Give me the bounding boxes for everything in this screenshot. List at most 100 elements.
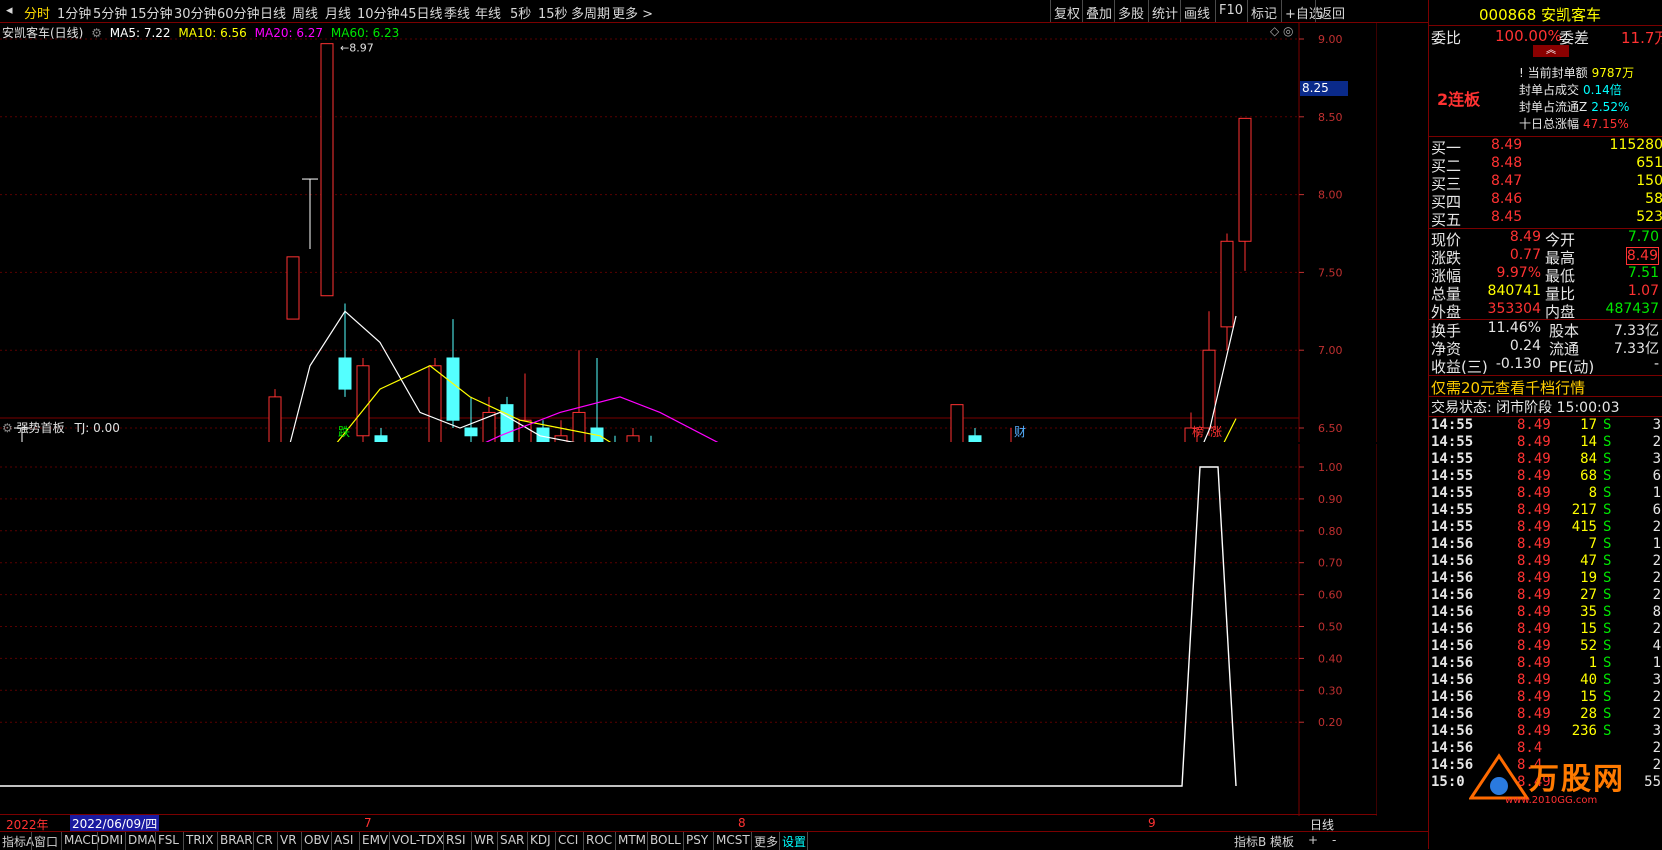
promo-link[interactable]: 仅需20元查看千档行情 <box>1431 377 1585 398</box>
stat2-value: -0.130 <box>1495 356 1541 372</box>
bottom-right-button-0[interactable]: 指标B <box>1234 833 1266 850</box>
toolbar-button-1[interactable]: 叠加 <box>1086 3 1112 22</box>
candle <box>950 404 964 442</box>
indicator-chart[interactable]: ⚙ 强势首板 TJ: 0.00 1.00 0.90 0.80 0.70 0.60 0.50… <box>0 421 1377 816</box>
tick-side: S <box>1603 570 1612 586</box>
tick-price: 8.49 <box>1517 519 1551 535</box>
period-tab-15[interactable]: 多周期 <box>571 3 610 22</box>
collapse-icon[interactable]: ︽ <box>1533 45 1569 57</box>
weibi-label: 委比 <box>1431 29 1462 47</box>
period-tab-7[interactable]: 周线 <box>292 3 318 22</box>
indicator-tab-4[interactable]: DMA <box>128 833 156 847</box>
indicator-tab-17[interactable]: KDJ <box>530 833 551 847</box>
indicator-tab-9[interactable]: VR <box>280 833 297 847</box>
indicator-tab-24[interactable]: 更多 <box>754 833 778 850</box>
collapse-left-icon[interactable]: ◂ <box>6 3 13 18</box>
toolbar-button-0[interactable]: 复权 <box>1054 3 1080 22</box>
indicator-tab-20[interactable]: MTM <box>618 833 646 847</box>
tick-count: 2 <box>1652 757 1661 773</box>
toolbar-button-5[interactable]: F10 <box>1219 3 1243 18</box>
tick-time: 14:56 <box>1431 587 1474 603</box>
tick-side: S <box>1603 417 1612 433</box>
indicator-tab-15[interactable]: WR <box>474 833 494 847</box>
tick-side: S <box>1603 553 1612 569</box>
period-tab-10[interactable]: 45日线 <box>400 3 443 22</box>
month-9: 9 <box>1148 816 1156 830</box>
toolbar-button-4[interactable]: 画线 <box>1184 3 1210 22</box>
indicator-tab-1[interactable]: 窗口 <box>34 833 58 850</box>
toolbar-button-3[interactable]: 统计 <box>1152 3 1178 22</box>
indicator-tab-7[interactable]: BRAR <box>220 833 253 847</box>
indicator-settings-icon[interactable]: ⚙ <box>2 421 13 435</box>
period-tab-9[interactable]: 10分钟 <box>357 3 400 22</box>
indicator-tab-23[interactable]: MCST <box>716 833 750 847</box>
marker-bang[interactable]: 榜 <box>1192 424 1204 439</box>
tick-time: 15:0 <box>1431 774 1465 790</box>
watermark-logo: 万股网 www.2010GG.com <box>1468 748 1649 808</box>
cursor-date: 2022/06/09/四 <box>70 815 160 832</box>
month-7: 7 <box>364 816 372 830</box>
period-tab-14[interactable]: 15秒 <box>538 3 568 22</box>
period-tab-16[interactable]: 更多 > <box>612 3 653 22</box>
indicator-tab-12[interactable]: EMV <box>362 833 388 847</box>
indicator-tab-18[interactable]: CCI <box>558 833 578 847</box>
period-tab-2[interactable]: 5分钟 <box>93 3 127 22</box>
period-tab-3[interactable]: 15分钟 <box>130 3 173 22</box>
indicator-tab-19[interactable]: ROC <box>586 833 612 847</box>
period-tab-5[interactable]: 60分钟 <box>217 3 260 22</box>
indicator-tab-5[interactable]: FSL <box>158 833 179 847</box>
candle <box>446 319 460 428</box>
tick-time: 14:55 <box>1431 417 1474 433</box>
indicator-tab-16[interactable]: SAR <box>500 833 524 847</box>
bid-volume: 58 <box>1645 191 1662 207</box>
period-tab-13[interactable]: 5秒 <box>510 3 531 22</box>
kline-chart[interactable]: 安凯客车(日线) ⚙ MA5: 7.22 MA10: 6.56 MA20: 6.… <box>0 22 1377 442</box>
indicator-tab-2[interactable]: MACD <box>64 833 100 847</box>
period-tab-4[interactable]: 30分钟 <box>174 3 217 22</box>
tick-volume: 236 <box>1571 723 1597 739</box>
indicator-tab-14[interactable]: RSI <box>446 833 466 847</box>
toolbar-button-2[interactable]: 多股 <box>1118 3 1144 22</box>
indicator-tab-10[interactable]: OBV <box>304 833 330 847</box>
status-value: 闭市阶段 <box>1496 400 1553 416</box>
marker-cai[interactable]: 财 <box>1014 425 1026 439</box>
tick-price: 8.49 <box>1517 434 1551 450</box>
toolbar-button-6[interactable]: 标记 <box>1251 3 1277 22</box>
seal-label: ! 当前封单额 <box>1519 66 1588 80</box>
stat2-value: 7.33亿 <box>1613 341 1659 357</box>
indicator-y-tick: 0.80 <box>1318 525 1343 538</box>
toolbar-button-8[interactable]: 返回 <box>1319 3 1345 22</box>
toolbar-button-7[interactable]: +自选 <box>1285 3 1322 22</box>
marker-die[interactable]: 跌 <box>338 424 350 439</box>
bottom-right-button-1[interactable]: 模板 <box>1270 833 1294 850</box>
tick-volume: 14 <box>1580 434 1597 450</box>
quote-panel: 000868 安凯客车 委比 100.00% 委差 11.7万 ︽ 2连板 ! … <box>1428 0 1662 849</box>
period-tab-8[interactable]: 月线 <box>325 3 351 22</box>
weibi-value: 100.00% <box>1495 27 1562 45</box>
period-tab-6[interactable]: 日线 <box>260 3 286 22</box>
stat-value: 487437 <box>1605 301 1659 317</box>
tick-time: 14:55 <box>1431 502 1474 518</box>
bid-price: 8.46 <box>1491 191 1523 207</box>
marker-zhang[interactable]: 涨 <box>1210 424 1222 439</box>
period-tab-12[interactable]: 年线 <box>475 3 501 22</box>
period-tab-1[interactable]: 1分钟 <box>57 3 91 22</box>
indicator-tab-0[interactable]: 指标A <box>2 833 34 850</box>
indicator-tab-6[interactable]: TRIX <box>186 833 213 847</box>
period-tab-11[interactable]: 季线 <box>444 3 470 22</box>
bottom-right-button-3[interactable]: - <box>1332 833 1336 847</box>
candle <box>614 435 616 442</box>
indicator-tab-13[interactable]: VOL-TDX <box>392 833 444 847</box>
indicator-tab-25[interactable]: 设置 <box>782 833 806 850</box>
tick-count: 6 <box>1652 468 1661 484</box>
seal-label: 十日总涨幅 <box>1519 117 1580 131</box>
period-tab-0[interactable]: 分时 <box>24 3 50 22</box>
indicator-tab-11[interactable]: ASI <box>334 833 353 847</box>
indicator-tab-22[interactable]: PSY <box>686 833 708 847</box>
indicator-tab-8[interactable]: CR <box>256 833 273 847</box>
bottom-right-button-2[interactable]: + <box>1308 833 1318 847</box>
tick-price: 8.49 <box>1517 570 1551 586</box>
stat2-value: 7.33亿 <box>1613 323 1659 339</box>
indicator-tab-21[interactable]: BOLL <box>650 833 681 847</box>
indicator-tab-3[interactable]: DMI <box>100 833 123 847</box>
